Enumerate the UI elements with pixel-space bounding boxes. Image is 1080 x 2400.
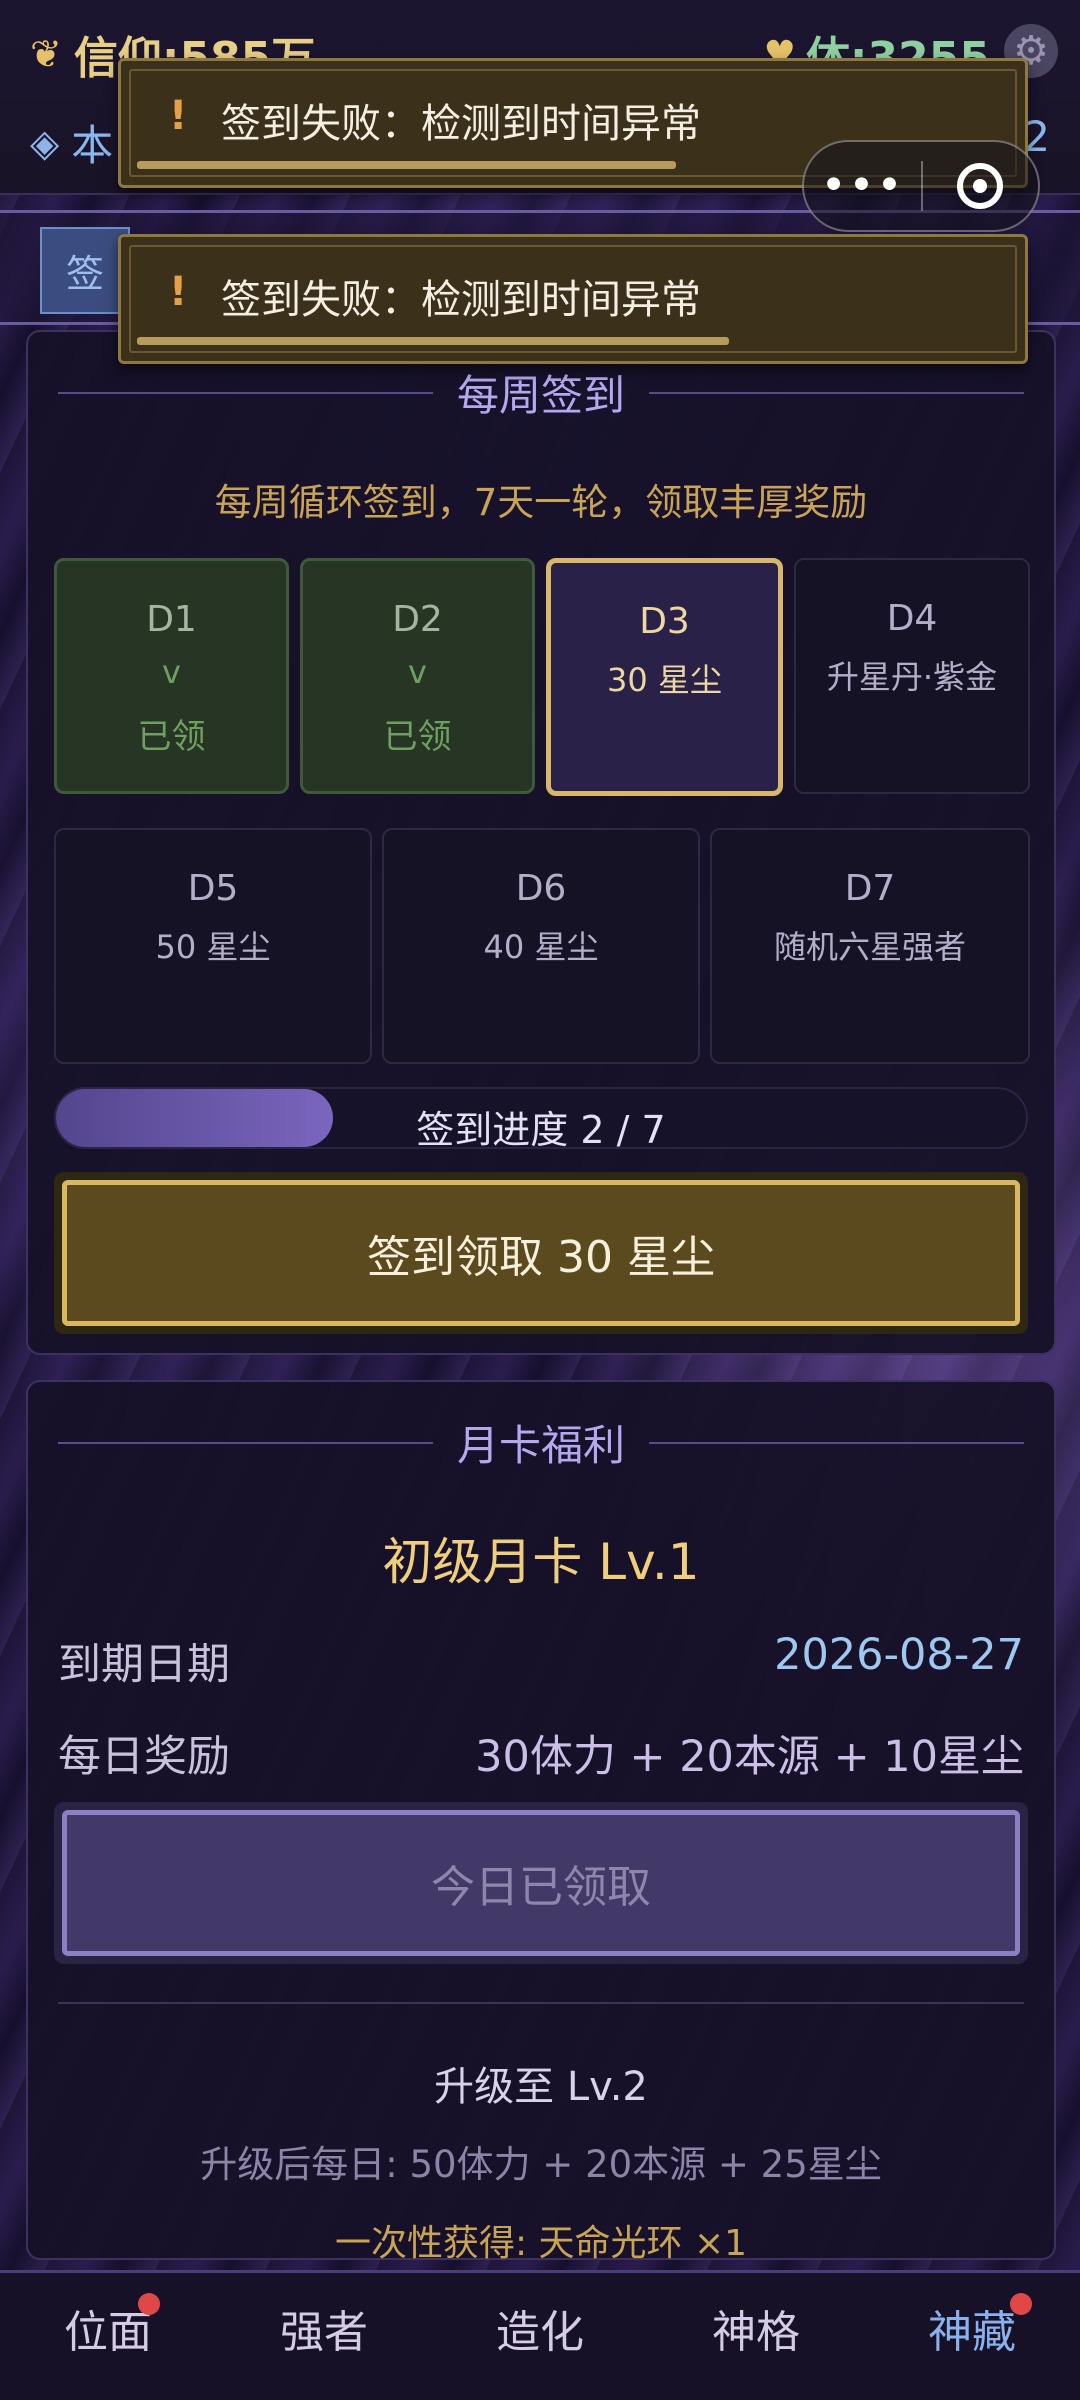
day-card-d1: D1 v 已领 xyxy=(54,558,289,794)
card-name: 初级月卡 Lv.1 xyxy=(382,1533,700,1591)
capsule-menu: ••• xyxy=(802,140,1040,232)
monthly-card-panel: 月卡福利 初级月卡 Lv.1 到期日期 2026-08-27 每日奖励 30体力… xyxy=(26,1380,1056,2264)
day-card-d6: D6 40 星尘 xyxy=(382,828,700,1064)
day-card-d5: D5 50 星尘 xyxy=(54,828,372,1064)
upgrade-title[interactable]: 升级至 Lv.2 xyxy=(28,2054,1054,2112)
day-label: D6 xyxy=(515,868,567,909)
nav-label: 强者 xyxy=(280,2307,368,2358)
day-reward: v xyxy=(408,653,427,691)
nav-item-creation[interactable]: 造化 xyxy=(432,2273,648,2400)
day-label: D7 xyxy=(844,868,896,909)
upgrade-description: 升级后每日: 50体力 + 20本源 + 25星尘 xyxy=(200,2143,882,2186)
toast-timer-bar xyxy=(137,337,729,345)
bottom-navigation: 位面 强者 造化 神格 神藏 xyxy=(0,2270,1080,2400)
warning-icon: ! xyxy=(169,93,188,139)
day-label: D4 xyxy=(886,598,938,639)
toast-message: 签到失败：检测到时间异常 xyxy=(221,277,701,323)
toast-timer-bar xyxy=(137,161,677,169)
day-label: D1 xyxy=(146,599,197,640)
nav-item-treasury[interactable]: 神藏 xyxy=(864,2273,1080,2400)
daily-reward-row: 每日奖励 30体力 + 20本源 + 10星尘 xyxy=(58,1722,1024,1784)
claim-signin-button[interactable]: 签到领取 30 星尘 xyxy=(54,1172,1028,1334)
notification-badge xyxy=(138,2293,160,2315)
weekly-subtitle: 每周循环签到，7天一轮，领取丰厚奖励 xyxy=(214,481,868,524)
expiry-value: 2026-08-27 xyxy=(774,1630,1024,1680)
toast-message: 签到失败：检测到时间异常 xyxy=(221,101,701,147)
close-miniprogram-button[interactable] xyxy=(923,163,1038,209)
monthly-section-header: 月卡福利 xyxy=(58,1412,1025,1473)
nav-label: 神格 xyxy=(712,2307,800,2358)
claimed-today-label: 今日已领取 xyxy=(62,1810,1020,1956)
signin-progress-bar: 签到进度 2 / 7 xyxy=(54,1087,1028,1152)
upgrade-bonus: 一次性获得: 天命光环 ×1 xyxy=(334,2223,748,2264)
wheat-icon: ❦ xyxy=(30,32,62,76)
nav-item-plane[interactable]: 位面 xyxy=(0,2273,216,2400)
claimed-today-button[interactable]: 今日已领取 xyxy=(54,1802,1028,1964)
warning-icon: ! xyxy=(169,269,188,315)
nav-label: 神藏 xyxy=(928,2307,1016,2358)
diamond-icon: ◈ xyxy=(30,120,60,165)
nav-label: 位面 xyxy=(64,2307,152,2358)
tab-signin[interactable]: 签 xyxy=(40,227,131,314)
daily-reward-label: 每日奖励 xyxy=(58,1732,230,1782)
day-label: D2 xyxy=(392,599,443,640)
more-menu-button[interactable]: ••• xyxy=(804,140,921,232)
day-reward: 50 星尘 xyxy=(155,928,271,966)
divider xyxy=(649,391,1025,394)
day-reward: 40 星尘 xyxy=(483,928,599,966)
source-counter: ◈ 本 xyxy=(30,112,113,173)
nav-item-divinity[interactable]: 神格 xyxy=(648,2273,864,2400)
day-card-d3[interactable]: D3 30 星尘 xyxy=(546,558,783,796)
nav-item-champions[interactable]: 强者 xyxy=(216,2273,432,2400)
notification-badge xyxy=(1010,2293,1032,2315)
progress-label: 签到进度 2 / 7 xyxy=(416,1108,666,1152)
nav-label: 造化 xyxy=(496,2307,584,2358)
day-reward: 升星丹·紫金 xyxy=(826,658,998,696)
source-value: 本 xyxy=(71,121,114,170)
toast-notification: ! 签到失败：检测到时间异常 xyxy=(118,234,1028,364)
target-icon xyxy=(957,163,1004,209)
day-reward: 30 星尘 xyxy=(607,661,722,699)
divider xyxy=(58,391,433,394)
day-card-d7: D7 随机六星强者 xyxy=(710,828,1030,1064)
divider xyxy=(58,1441,433,1444)
day-card-d2: D2 v 已领 xyxy=(300,558,535,794)
day-label: D5 xyxy=(187,868,239,909)
daily-reward-value: 30体力 + 20本源 + 10星尘 xyxy=(475,1732,1024,1782)
monthly-title: 月卡福利 xyxy=(457,1421,626,1470)
weekly-signin-panel: 每周签到 每周循环签到，7天一轮，领取丰厚奖励 D1 v 已领 D2 v 已领 … xyxy=(26,330,1056,1355)
claim-signin-label: 签到领取 30 星尘 xyxy=(62,1180,1020,1326)
expiry-label: 到期日期 xyxy=(58,1640,230,1690)
divider xyxy=(58,2002,1024,2004)
divider xyxy=(649,1441,1025,1444)
weekly-title: 每周签到 xyxy=(457,371,626,420)
day-reward: 随机六星强者 xyxy=(773,928,966,966)
day-status: 已领 xyxy=(383,717,452,757)
expiry-row: 到期日期 2026-08-27 xyxy=(58,1630,1024,1692)
day-status: 已领 xyxy=(137,717,206,757)
day-card-d4: D4 升星丹·紫金 xyxy=(794,558,1030,794)
day-reward: v xyxy=(162,653,181,691)
day-label: D3 xyxy=(639,601,690,642)
weekly-section-header: 每周签到 xyxy=(58,362,1025,423)
